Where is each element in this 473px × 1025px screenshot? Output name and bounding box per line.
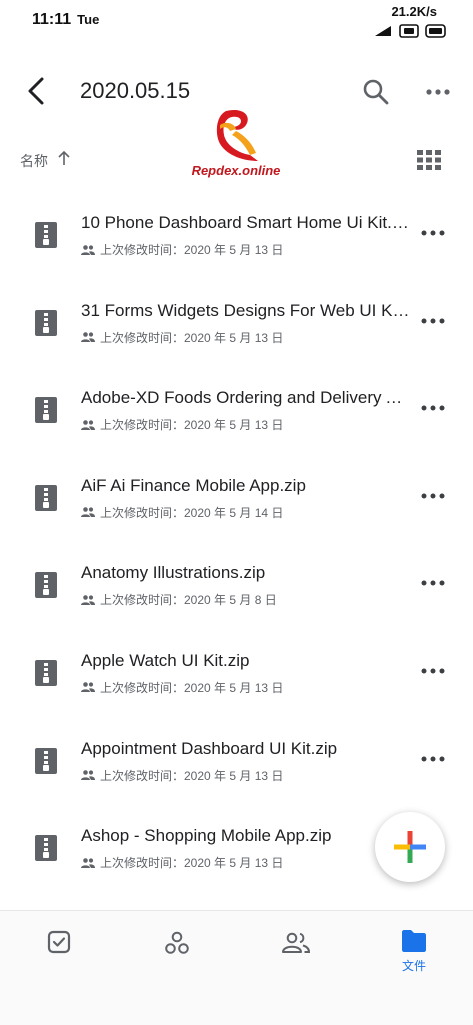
zip-file-icon — [35, 397, 57, 424]
file-modified-text: 上次修改时间：2020 年 5 月 13 日 — [100, 243, 284, 257]
page-title: 2020.05.15 — [80, 78, 191, 103]
file-row[interactable]: 31 Forms Widgets Designs For Web UI Kit.… — [0, 276, 473, 364]
file-list: 10 Phone Dashboard Smart Home Ui Kit.zip… — [0, 188, 473, 889]
sim-icon — [399, 24, 419, 38]
status-time: 11:11 Tue — [32, 11, 100, 28]
checkbox-icon — [47, 930, 71, 954]
search-icon[interactable] — [360, 76, 392, 108]
file-name: AiF Ai Finance Mobile App.zip — [81, 475, 306, 495]
folder-icon — [402, 930, 426, 952]
file-name: Ashop - Shopping Mobile App.zip — [81, 826, 332, 846]
shared-people-icon — [81, 682, 95, 693]
sort-label[interactable]: 名称 — [20, 151, 48, 171]
file-modified-text: 上次修改时间：2020 年 5 月 14 日 — [100, 505, 284, 520]
status-day: Tue — [77, 12, 100, 27]
file-modified-text: 上次修改时间：2020 年 5 月 13 日 — [100, 330, 284, 345]
nav-priority[interactable] — [29, 929, 89, 989]
more-horiz-icon[interactable] — [420, 400, 446, 416]
file-meta: 上次修改时间：2020 年 5 月 13 日 — [81, 679, 283, 695]
more-horiz-icon[interactable] — [424, 78, 452, 106]
shared-people-icon — [81, 595, 95, 605]
zip-file-icon — [35, 659, 57, 686]
more-horiz-icon[interactable] — [420, 225, 446, 241]
file-row[interactable]: Anatomy Illustrations.zip 上次修改时间：2020 年 … — [0, 538, 473, 626]
workspaces-icon — [165, 931, 189, 954]
file-name: Apple Watch UI Kit.zip — [81, 650, 250, 670]
shared-people-icon — [81, 244, 95, 255]
bottom-nav: 文件 — [0, 910, 473, 1025]
shared-people-icon — [81, 857, 95, 868]
plus-icon — [394, 831, 426, 863]
nav-files-label: 文件 — [401, 959, 426, 973]
file-meta: 上次修改时间：2020 年 5 月 13 日 — [81, 767, 283, 783]
file-modified-text: 上次修改时间：2020 年 5 月 13 日 — [100, 418, 284, 433]
battery-icon — [425, 24, 446, 38]
nav-workspaces[interactable] — [147, 929, 207, 989]
file-row[interactable]: Adobe-XD Foods Ordering and Delivery App… — [0, 363, 473, 451]
people-icon — [282, 932, 311, 953]
file-name: Adobe-XD Foods Ordering and Delivery App… — [81, 388, 411, 408]
shared-people-icon — [81, 419, 95, 430]
file-modified-text: 上次修改时间：2020 年 5 月 13 日 — [100, 680, 284, 695]
file-modified-text: 上次修改时间：2020 年 5 月 13 日 — [100, 768, 284, 783]
zip-file-icon — [35, 309, 57, 336]
new-button[interactable] — [375, 812, 445, 882]
file-row[interactable]: Apple Watch UI Kit.zip 上次修改时间：2020 年 5 月… — [0, 626, 473, 714]
file-modified-text: 上次修改时间：2020 年 5 月 13 日 — [100, 856, 284, 871]
file-name: 31 Forms Widgets Designs For Web UI Kit.… — [81, 300, 411, 320]
arrow-up-icon[interactable] — [56, 148, 72, 168]
file-row[interactable]: 10 Phone Dashboard Smart Home Ui Kit.zip… — [0, 188, 473, 276]
zip-file-icon — [35, 484, 57, 511]
file-meta: 上次修改时间：2020 年 5 月 8 日 — [81, 591, 277, 607]
status-bar: 11:11 Tue 21.2K/s — [0, 0, 473, 46]
more-horiz-icon[interactable] — [420, 488, 446, 504]
file-row[interactable]: Appointment Dashboard UI Kit.zip 上次修改时间：… — [0, 714, 473, 802]
file-meta: 上次修改时间：2020 年 5 月 13 日 — [81, 329, 283, 345]
more-horiz-icon[interactable] — [420, 663, 446, 679]
back-arrow-icon[interactable] — [22, 74, 52, 108]
zip-file-icon — [35, 747, 57, 774]
shared-people-icon — [81, 507, 95, 518]
status-icons — [375, 24, 446, 38]
more-horiz-icon[interactable] — [420, 313, 446, 329]
sort-bar: 名称 — [0, 138, 473, 182]
file-modified-text: 上次修改时间：2020 年 5 月 8 日 — [100, 593, 277, 608]
zip-file-icon — [35, 835, 57, 862]
signal-icon — [375, 26, 391, 36]
file-name: Appointment Dashboard UI Kit.zip — [81, 738, 338, 758]
zip-file-icon — [35, 572, 57, 599]
more-horiz-icon[interactable] — [420, 575, 446, 591]
file-meta: 上次修改时间：2020 年 5 月 13 日 — [81, 241, 283, 257]
network-speed: 21.2K/s — [391, 4, 437, 19]
shared-people-icon — [81, 770, 95, 781]
file-meta: 上次修改时间：2020 年 5 月 14 日 — [81, 504, 283, 520]
grid-view-icon[interactable] — [417, 150, 441, 170]
nav-files[interactable]: 文件 — [384, 929, 444, 989]
file-meta: 上次修改时间：2020 年 5 月 13 日 — [81, 854, 283, 870]
file-row[interactable]: AiF Ai Finance Mobile App.zip 上次修改时间：202… — [0, 451, 473, 539]
more-horiz-icon[interactable] — [420, 751, 446, 767]
zip-file-icon — [35, 222, 57, 248]
file-name: 10 Phone Dashboard Smart Home Ui Kit.zip — [81, 213, 411, 232]
nav-shared[interactable] — [266, 929, 326, 989]
file-meta: 上次修改时间：2020 年 5 月 13 日 — [81, 416, 283, 432]
file-name: Anatomy Illustrations.zip — [81, 563, 266, 583]
shared-people-icon — [81, 332, 95, 343]
